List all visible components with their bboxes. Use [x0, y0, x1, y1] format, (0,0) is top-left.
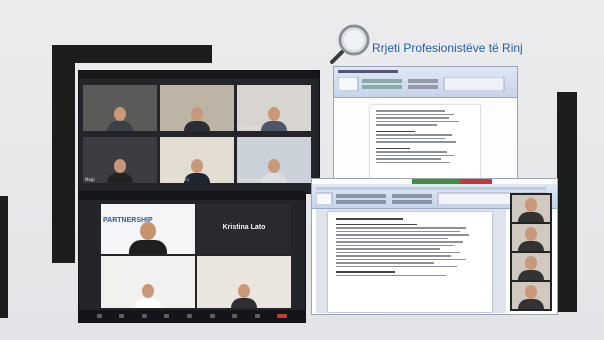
- participants-icon[interactable]: [164, 314, 170, 318]
- participant-tile[interactable]: [512, 224, 550, 251]
- backdrop-panel-top: [52, 45, 212, 63]
- participant-video: [231, 284, 257, 308]
- backdrop-panel-left: [52, 45, 75, 263]
- participant-name: Klejdia Gjoka: [239, 176, 266, 182]
- word-ribbon: [334, 67, 517, 98]
- share-screen-icon[interactable]: [209, 314, 215, 318]
- participant-tile[interactable]: [512, 282, 550, 309]
- zoom-window-bottom: PARTNERSHIP Kristina Lato: [78, 191, 306, 323]
- participant-tile[interactable]: Dorian Sinani: [160, 136, 234, 183]
- security-icon[interactable]: [141, 314, 147, 318]
- participant-tile[interactable]: Klejdia Gjoka: [237, 136, 311, 183]
- zoom-titlebar: [79, 192, 305, 200]
- participant-tile[interactable]: Linda Dolli: [237, 85, 311, 131]
- video-strip: [510, 193, 552, 311]
- participant-video: [261, 107, 287, 131]
- participant-video: [135, 284, 161, 308]
- participant-tile[interactable]: [512, 253, 550, 280]
- participant-video: [107, 107, 133, 131]
- chat-icon[interactable]: [186, 314, 192, 318]
- backdrop-panel-right: [557, 92, 577, 312]
- reactions-icon[interactable]: [254, 314, 260, 318]
- participant-video: [518, 256, 544, 280]
- record-icon[interactable]: [232, 314, 238, 318]
- document-page: [370, 105, 480, 187]
- participant-video: [518, 198, 544, 222]
- speaker-name: Kristina Lato: [222, 224, 266, 231]
- participant-tile[interactable]: [160, 85, 234, 131]
- participant-tile[interactable]: [101, 256, 195, 308]
- participant-name: Linda Dolli: [239, 125, 260, 130]
- participant-video: [518, 227, 544, 251]
- participant-tile[interactable]: [197, 256, 291, 308]
- ribbon-tools: [337, 76, 508, 92]
- zoom-window-top: Linda Dolli Megi Dorian Sinani Klejdia Gjok…: [78, 70, 320, 194]
- word-window-top: [333, 66, 518, 189]
- participant-name: Megi: [85, 176, 95, 182]
- participant-tile-speaker: Kristina Lato: [197, 204, 291, 254]
- participant-tile[interactable]: [83, 85, 157, 131]
- backdrop-panel-edge: [0, 196, 8, 318]
- participant-tile[interactable]: [512, 195, 550, 222]
- mute-icon[interactable]: [96, 314, 102, 318]
- participant-name: Dorian Sinani: [162, 176, 189, 182]
- document-page: [328, 212, 492, 312]
- video-icon[interactable]: [119, 314, 125, 318]
- zoom-controls[interactable]: [79, 310, 305, 322]
- participant-video: [107, 158, 133, 183]
- word-window-bottom: [311, 178, 558, 315]
- document-area: [316, 209, 506, 313]
- participant-video: [518, 285, 544, 309]
- participant-row: [101, 256, 291, 308]
- participant-tile[interactable]: Megi: [83, 136, 157, 183]
- zoom-titlebar: [79, 71, 319, 79]
- banner-title: Rrjeti Profesionistëve të Rinj: [372, 41, 523, 55]
- participant-grid: Linda Dolli Megi Dorian Sinani Klejdia Gjok…: [83, 85, 315, 185]
- participant-video: [184, 107, 210, 131]
- magnifier-icon: [330, 22, 372, 64]
- participant-tile-logo: PARTNERSHIP: [101, 204, 195, 254]
- end-meeting-button[interactable]: [277, 314, 288, 318]
